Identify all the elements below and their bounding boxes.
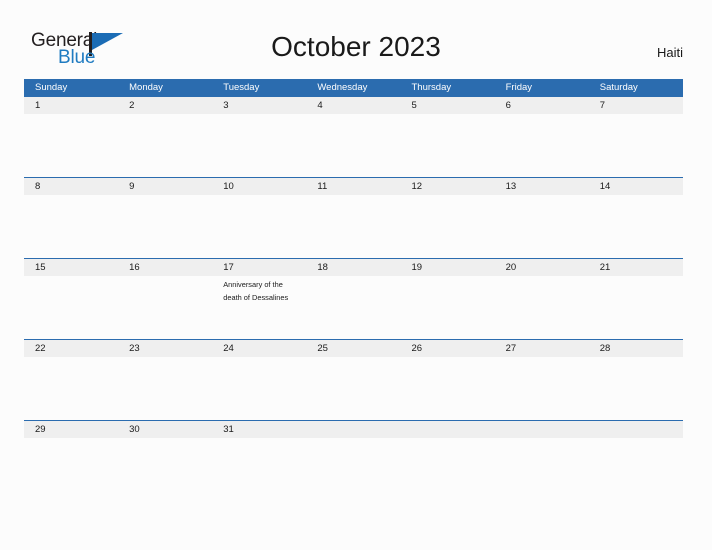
day-cell[interactable] <box>495 114 589 177</box>
day-cell[interactable] <box>24 114 118 177</box>
page-header: General Blue October 2023 Haiti <box>0 0 712 78</box>
day-cell[interactable] <box>212 357 306 420</box>
day-cell[interactable] <box>24 195 118 258</box>
day-cell[interactable] <box>401 195 495 258</box>
day-event-text: Anniversary of the death of Dessalines <box>223 280 289 303</box>
week-date-band: 15 16 17 18 19 20 21 <box>24 259 683 276</box>
day-number[interactable]: 21 <box>589 259 683 276</box>
week-date-band: 8 9 10 11 12 13 14 <box>24 178 683 195</box>
weekday-header-tuesday: Tuesday <box>223 82 260 93</box>
day-number[interactable]: 27 <box>495 340 589 357</box>
day-number <box>401 421 495 438</box>
day-cell[interactable] <box>495 357 589 420</box>
day-number[interactable]: 10 <box>212 178 306 195</box>
day-number[interactable]: 5 <box>401 97 495 114</box>
day-cell[interactable] <box>589 276 683 339</box>
day-number[interactable]: 16 <box>118 259 212 276</box>
day-number[interactable]: 9 <box>118 178 212 195</box>
day-cell[interactable] <box>589 195 683 258</box>
week-body-band <box>24 195 683 258</box>
week-date-band: 1 2 3 4 5 6 7 <box>24 97 683 114</box>
day-cell[interactable] <box>401 276 495 339</box>
day-cell[interactable] <box>118 276 212 339</box>
day-number[interactable]: 2 <box>118 97 212 114</box>
day-cell[interactable] <box>118 357 212 420</box>
day-number[interactable]: 15 <box>24 259 118 276</box>
day-number[interactable]: 6 <box>495 97 589 114</box>
day-number[interactable]: 31 <box>212 421 306 438</box>
weekday-header-row: Sunday Monday Tuesday Wednesday Thursday… <box>24 79 683 97</box>
day-cell[interactable] <box>589 357 683 420</box>
day-cell[interactable] <box>118 114 212 177</box>
country-label: Haiti <box>656 45 683 60</box>
day-number[interactable]: 26 <box>401 340 495 357</box>
calendar-week-row: 8 9 10 11 12 13 14 <box>24 177 683 258</box>
day-cell[interactable] <box>306 114 400 177</box>
day-cell[interactable] <box>306 276 400 339</box>
day-number[interactable]: 22 <box>24 340 118 357</box>
day-number[interactable]: 30 <box>118 421 212 438</box>
week-body-band: Anniversary of the death of Dessalines <box>24 276 683 339</box>
day-number[interactable]: 29 <box>24 421 118 438</box>
day-number[interactable]: 17 <box>212 259 306 276</box>
week-body-band <box>24 357 683 420</box>
day-number[interactable]: 1 <box>24 97 118 114</box>
day-cell[interactable] <box>118 195 212 258</box>
day-number[interactable]: 8 <box>24 178 118 195</box>
day-cell[interactable] <box>401 114 495 177</box>
week-body-band <box>24 114 683 177</box>
day-cell[interactable] <box>589 114 683 177</box>
weekday-header-sunday: Sunday <box>35 82 68 93</box>
day-cell[interactable] <box>306 357 400 420</box>
day-number[interactable]: 18 <box>306 259 400 276</box>
weekday-header-monday: Monday <box>129 82 163 93</box>
calendar-week-row: 29 30 31 <box>24 420 683 438</box>
day-number[interactable]: 23 <box>118 340 212 357</box>
day-cell[interactable] <box>212 195 306 258</box>
calendar-week-row: 22 23 24 25 26 27 28 <box>24 339 683 420</box>
week-date-band: 22 23 24 25 26 27 28 <box>24 340 683 357</box>
day-number <box>306 421 400 438</box>
calendar-page: General Blue October 2023 Haiti Sunday M… <box>0 0 712 550</box>
day-number <box>589 421 683 438</box>
day-number <box>495 421 589 438</box>
day-cell[interactable] <box>495 195 589 258</box>
weekday-header-friday: Friday <box>505 82 533 93</box>
day-number[interactable]: 4 <box>306 97 400 114</box>
day-number[interactable]: 28 <box>589 340 683 357</box>
calendar-week-row: 1 2 3 4 5 6 7 <box>24 97 683 177</box>
day-number[interactable]: 19 <box>401 259 495 276</box>
day-cell[interactable] <box>306 195 400 258</box>
day-cell[interactable] <box>24 357 118 420</box>
week-date-band: 29 30 31 <box>24 421 683 438</box>
day-number[interactable]: 25 <box>306 340 400 357</box>
day-number[interactable]: 13 <box>495 178 589 195</box>
day-number[interactable]: 14 <box>589 178 683 195</box>
day-cell[interactable] <box>212 114 306 177</box>
day-number[interactable]: 11 <box>306 178 400 195</box>
calendar-grid: Sunday Monday Tuesday Wednesday Thursday… <box>24 79 683 438</box>
day-cell[interactable]: Anniversary of the death of Dessalines <box>212 276 306 339</box>
day-cell[interactable] <box>495 276 589 339</box>
day-cell[interactable] <box>401 357 495 420</box>
weekday-header-saturday: Saturday <box>599 82 638 93</box>
page-title: October 2023 <box>271 31 441 62</box>
calendar-week-row: 15 16 17 18 19 20 21 Anniversary of the … <box>24 258 683 339</box>
day-number[interactable]: 3 <box>212 97 306 114</box>
day-cell[interactable] <box>24 276 118 339</box>
day-number[interactable]: 7 <box>589 97 683 114</box>
day-number[interactable]: 12 <box>401 178 495 195</box>
weekday-header-thursday: Thursday <box>411 82 452 93</box>
day-number[interactable]: 20 <box>495 259 589 276</box>
day-number[interactable]: 24 <box>212 340 306 357</box>
weekday-header-wednesday: Wednesday <box>317 82 368 93</box>
